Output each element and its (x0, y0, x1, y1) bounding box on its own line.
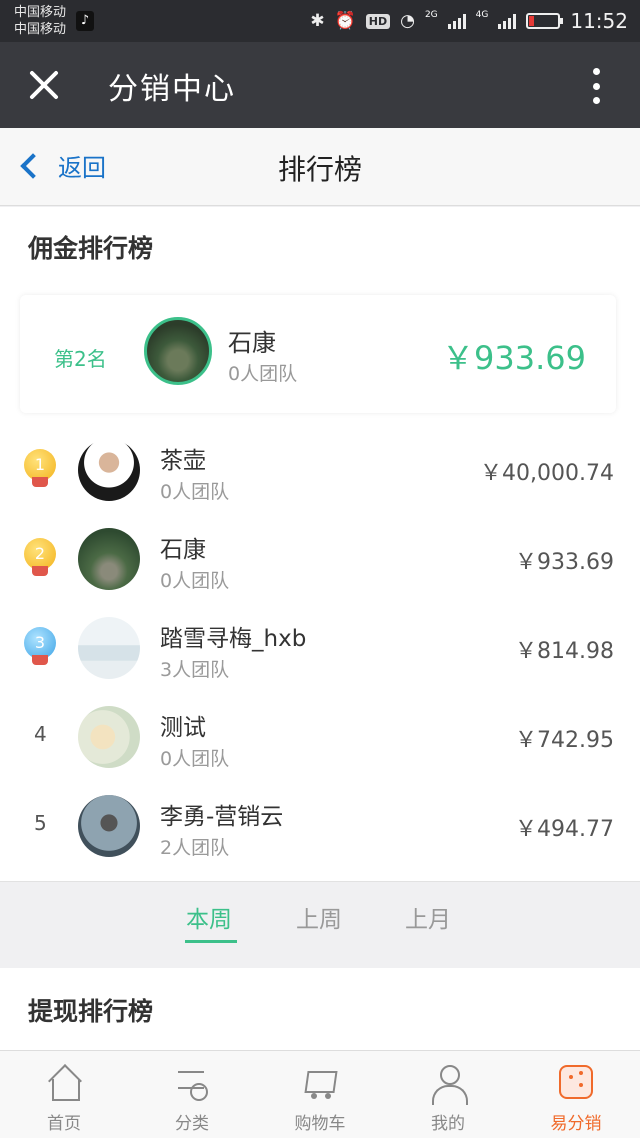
period-tabs: 本周 上周 上月 (0, 881, 640, 951)
home-icon (44, 1063, 84, 1103)
member-name: 石康 (160, 537, 206, 563)
nav-item-cart[interactable]: 购物车 (256, 1051, 384, 1138)
category-icon (172, 1063, 212, 1103)
signal-bars-2-icon (498, 13, 517, 29)
more-menu-icon[interactable] (592, 68, 600, 104)
member-team-count: 3人团队 (160, 659, 230, 681)
ranking-row[interactable]: 5 李勇-营销云 2人团队 ￥494.77 (0, 785, 640, 873)
member-team-count: 0人团队 (160, 481, 230, 503)
carrier-2: 中国移动 (14, 22, 67, 37)
section-title: 提现排行榜 (28, 997, 154, 1026)
member-name: 茶壶 (160, 448, 206, 474)
member-amount: ￥933.69 (515, 550, 614, 575)
nav-item-me[interactable]: 我的 (384, 1051, 512, 1138)
tiktok-notification-icon: ♪ (76, 11, 94, 31)
nav-label: 易分销 (550, 1114, 602, 1134)
share-icon (559, 1065, 593, 1099)
bottom-nav: 首页 分类 购物车 我的 易分销 (0, 1050, 640, 1138)
nav-label: 首页 (47, 1114, 81, 1134)
carrier-info: 中国移动 中国移动 (14, 4, 66, 38)
ranking-row[interactable]: 4 测试 0人团队 ￥742.95 (0, 696, 640, 784)
section-title: 佣金排行榜 (28, 234, 154, 263)
gold-medal-icon: 1 (24, 449, 56, 489)
nav-label: 分类 (175, 1114, 209, 1134)
member-name: 测试 (160, 715, 206, 741)
nav-label: 我的 (431, 1114, 465, 1134)
hd-badge: HD (365, 13, 391, 29)
page-title: 排行榜 (277, 153, 362, 186)
member-team-count: 2人团队 (160, 837, 230, 859)
my-amount: ￥933.69 (442, 339, 586, 377)
avatar (78, 439, 140, 501)
clock: 11:52 (570, 9, 628, 33)
my-name: 石康 (228, 329, 276, 357)
withdraw-ranking-card: 提现排行榜 (0, 968, 640, 1050)
tab-last-week[interactable]: 上周 (296, 900, 342, 934)
signal-bars-icon (447, 13, 466, 29)
member-team-count: 0人团队 (160, 570, 230, 592)
cart-icon (300, 1063, 340, 1103)
ranking-row[interactable]: 1 茶壶 0人团队 ￥40,000.74 (0, 429, 640, 517)
nav-label: 购物车 (294, 1114, 346, 1134)
tab-last-month[interactable]: 上月 (405, 900, 451, 934)
status-icons: ✱ ⏰ HD ◔ 2G 4G 11:52 (310, 0, 628, 42)
nav-item-category[interactable]: 分类 (128, 1051, 256, 1138)
commission-ranking-card: 佣金排行榜 第2名 石康 0人团队 ￥933.69 1 茶壶 0人团队 ￥40,… (0, 207, 640, 881)
avatar (144, 317, 212, 385)
signal-2g-icon: 2G (424, 10, 438, 20)
rank-number: 4 (34, 722, 47, 746)
status-bar: 中国移动 中国移动 ♪ ✱ ⏰ HD ◔ 2G 4G 11:52 (0, 0, 640, 42)
ranking-row[interactable]: 2 石康 0人团队 ￥933.69 (0, 518, 640, 606)
rank-number: 5 (34, 811, 47, 835)
page-header: 返回 排行榜 (0, 128, 640, 206)
battery-icon (526, 13, 564, 29)
bluetooth-icon: ✱ (310, 11, 325, 31)
member-team-count: 0人团队 (160, 748, 230, 770)
active-tab-indicator (185, 940, 237, 943)
bronze-medal-icon: 3 (24, 627, 56, 667)
my-rank: 第2名 (54, 347, 107, 371)
wifi-icon: ◔ (400, 11, 415, 31)
avatar (78, 795, 140, 857)
member-name: 踏雪寻梅_hxb (160, 626, 307, 652)
user-icon (428, 1063, 468, 1105)
avatar (78, 706, 140, 768)
member-amount: ￥40,000.74 (480, 461, 614, 486)
my-team-count: 0人团队 (228, 363, 298, 385)
nav-item-distribution[interactable]: 易分销 (512, 1051, 640, 1138)
tab-this-week[interactable]: 本周 (186, 900, 232, 934)
my-rank-card: 第2名 石康 0人团队 ￥933.69 (20, 295, 616, 413)
member-amount: ￥742.95 (515, 728, 614, 753)
ranking-row[interactable]: 3 踏雪寻梅_hxb 3人团队 ￥814.98 (0, 607, 640, 695)
navbar-title: 分销中心 (108, 72, 236, 107)
nav-item-home[interactable]: 首页 (0, 1051, 128, 1138)
avatar (78, 528, 140, 590)
member-amount: ￥494.77 (515, 817, 614, 842)
carrier-1: 中国移动 (14, 5, 67, 20)
silver-medal-icon: 2 (24, 538, 56, 578)
member-amount: ￥814.98 (515, 639, 614, 664)
app-navbar: 分销中心 (0, 42, 640, 128)
close-icon[interactable] (26, 66, 62, 102)
alarm-icon: ⏰ (334, 11, 356, 31)
avatar (78, 617, 140, 679)
member-name: 李勇-营销云 (160, 804, 284, 830)
signal-4g-icon: 4G (475, 10, 489, 20)
